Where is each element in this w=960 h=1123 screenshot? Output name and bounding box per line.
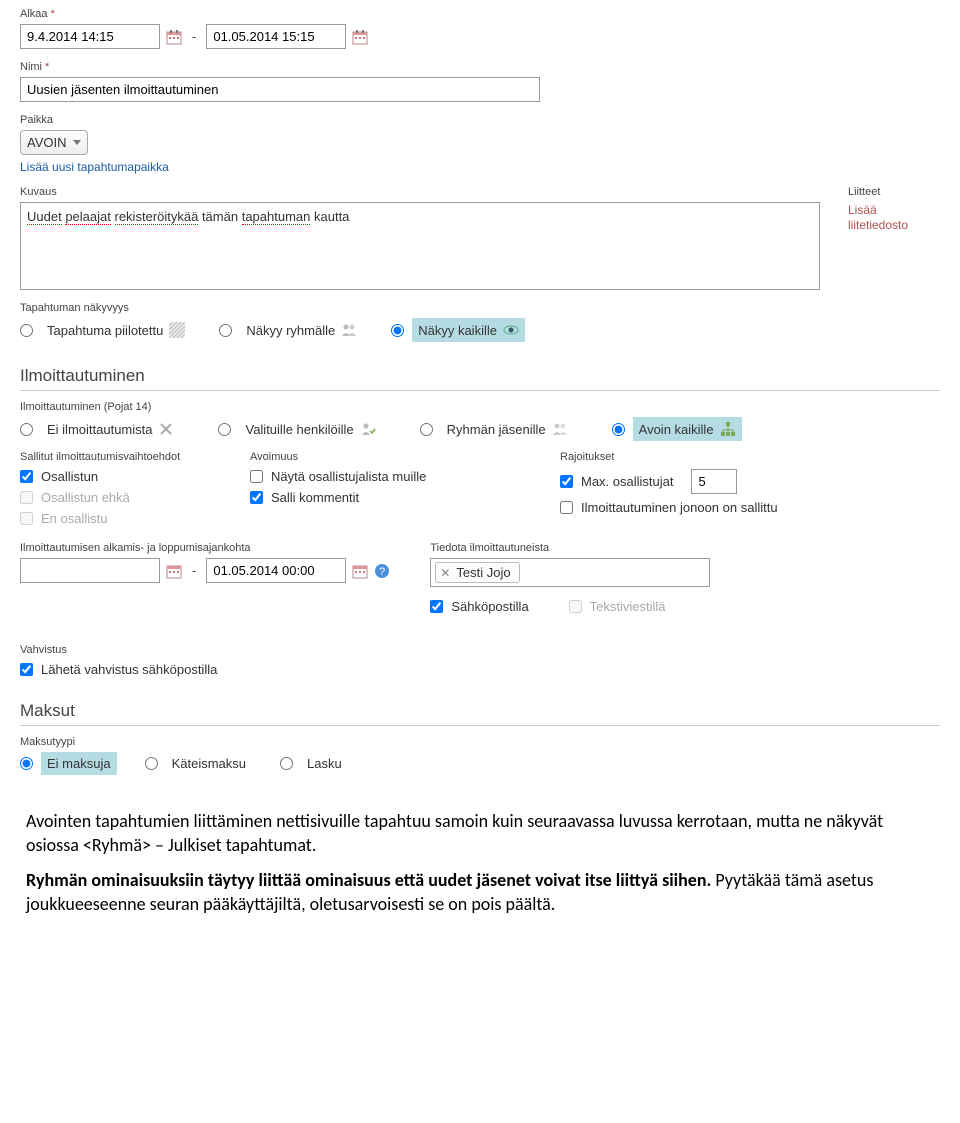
hierarchy-icon — [720, 421, 736, 437]
person-check-icon — [360, 421, 376, 437]
notify-people-input[interactable]: ✕ Testi Jojo — [430, 558, 710, 587]
scope-open[interactable]: Avoin kaikille — [612, 417, 742, 441]
scope-selected[interactable]: Valituille henkilöille — [218, 417, 381, 441]
doc-paragraph-1: Avointen tapahtumien liittäminen nettisi… — [26, 809, 922, 858]
visibility-all[interactable]: Näkyy kaikille — [391, 318, 525, 342]
visibility-hidden[interactable]: Tapahtuma piilotettu — [20, 318, 191, 342]
label-alkaa: Alkaa — [20, 8, 940, 20]
people-icon — [552, 421, 568, 437]
label-payment-type: Maksutyypi — [20, 736, 940, 748]
notify-sms: Tekstiviestillä — [569, 599, 666, 614]
label-liitteet: Liitteet — [848, 186, 940, 198]
calendar-icon[interactable] — [166, 563, 182, 579]
end-date-input[interactable] — [206, 24, 346, 49]
notify-email[interactable]: Sähköpostilla — [430, 599, 528, 614]
date-separator: - — [188, 563, 200, 578]
person-token[interactable]: ✕ Testi Jojo — [435, 562, 519, 583]
scope-group[interactable]: Ryhmän jäsenille — [420, 417, 574, 441]
place-value: AVOIN — [27, 135, 67, 150]
reg-start-input[interactable] — [20, 558, 160, 583]
section-registration: Ilmoittautuminen — [20, 366, 940, 386]
calendar-icon[interactable] — [352, 563, 368, 579]
label-allowed: Sallitut ilmoittautumisvaihtoehdot — [20, 451, 250, 463]
label-notify: Tiedota ilmoittautuneista — [430, 542, 710, 554]
opt-attend[interactable]: Osallistun — [20, 469, 250, 484]
label-confirmation: Vahvistus — [20, 644, 940, 656]
opt-max[interactable]: Max. osallistujat — [560, 469, 940, 494]
label-reg-group: Ilmoittautuminen (Pojat 14) — [20, 401, 940, 413]
opt-queue[interactable]: Ilmoittautuminen jonoon on sallittu — [560, 500, 940, 515]
pay-invoice[interactable]: Lasku — [280, 752, 348, 775]
place-select[interactable]: AVOIN — [20, 130, 88, 155]
section-payments: Maksut — [20, 701, 940, 721]
hatch-icon — [169, 322, 185, 338]
svg-text:?: ? — [379, 566, 385, 578]
opt-show-list[interactable]: Näytä osallistujalista muille — [250, 469, 560, 484]
opt-allow-comments[interactable]: Salli kommentit — [250, 490, 560, 505]
scope-none[interactable]: Ei ilmoittautumista — [20, 417, 180, 441]
add-attachment-link[interactable]: Lisää liitetiedosto — [848, 203, 908, 232]
pay-none[interactable]: Ei maksuja — [20, 752, 117, 775]
visibility-group[interactable]: Näkyy ryhmälle — [219, 318, 363, 342]
doc-paragraph-2: Ryhmän ominaisuuksiin täytyy liittää omi… — [26, 868, 922, 917]
reg-end-input[interactable] — [206, 558, 346, 583]
add-place-link[interactable]: Lisää uusi tapahtumapaikka — [20, 160, 169, 174]
name-input[interactable] — [20, 77, 540, 102]
start-date-input[interactable] — [20, 24, 160, 49]
label-paikka: Paikka — [20, 114, 940, 126]
opt-not-attend: En osallistu — [20, 511, 250, 526]
help-icon[interactable]: ? — [374, 563, 390, 579]
confirm-email[interactable]: Lähetä vahvistus sähköpostilla — [20, 662, 940, 677]
date-separator: - — [188, 29, 200, 44]
label-nimi: Nimi — [20, 61, 940, 73]
chevron-down-icon — [73, 140, 81, 145]
people-icon — [341, 322, 357, 338]
eye-icon — [503, 322, 519, 338]
close-icon — [158, 421, 174, 437]
opt-maybe: Osallistun ehkä — [20, 490, 250, 505]
label-reg-time: Ilmoittautumisen alkamis- ja loppumisaja… — [20, 542, 390, 554]
calendar-icon[interactable] — [352, 29, 368, 45]
label-kuvaus: Kuvaus — [20, 186, 820, 198]
max-participants-input[interactable] — [691, 469, 737, 494]
calendar-icon[interactable] — [166, 29, 182, 45]
remove-token-icon[interactable]: ✕ — [440, 566, 450, 580]
label-openness: Avoimuus — [250, 451, 560, 463]
description-textarea[interactable]: Uudet pelaajat rekisteröitykää tämän tap… — [20, 202, 820, 290]
label-visibility: Tapahtuman näkyvyys — [20, 302, 940, 314]
label-restrictions: Rajoitukset — [560, 451, 940, 463]
pay-cash[interactable]: Käteismaksu — [145, 752, 252, 775]
